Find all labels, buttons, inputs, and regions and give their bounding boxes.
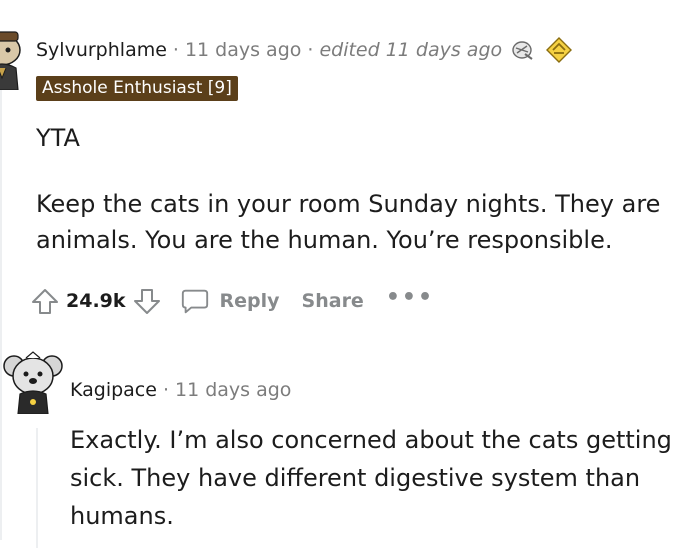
comment-icon <box>180 286 210 316</box>
separator-dot: · <box>162 379 169 401</box>
reply-body-line: Exactly. I’m also concerned about the ca… <box>70 426 672 454</box>
comment-body-line: animals. You are the human. You’re respo… <box>36 226 613 254</box>
comment-action-bar: 24.9k Reply Share ••• <box>30 281 434 321</box>
comment-verdict: YTA <box>36 124 80 152</box>
edited-label: edited 11 days ago <box>319 39 503 61</box>
reply-body-line: humans. <box>70 502 174 530</box>
koala-avatar-icon <box>3 351 63 415</box>
comment-body-line: Keep the cats in your room Sunday nights… <box>36 190 661 218</box>
comment-header: Sylvurphlame · 11 days ago · edited 11 d… <box>36 37 574 63</box>
share-button[interactable]: Share <box>302 290 364 312</box>
more-options-button[interactable]: ••• <box>386 285 434 310</box>
reply-thread-line[interactable] <box>36 428 38 548</box>
reply-label: Reply <box>219 290 280 312</box>
separator-dot: · <box>172 39 179 61</box>
gold-award-icon[interactable] <box>544 36 574 64</box>
reply-body-line: sick. They have different digestive syst… <box>70 464 641 492</box>
award-icon[interactable] <box>510 38 536 62</box>
upvote-icon[interactable] <box>30 286 60 316</box>
separator-dot: · <box>307 39 314 61</box>
reply-header: Kagipace · 11 days ago <box>70 377 291 403</box>
reply-username[interactable]: Kagipace <box>70 379 157 401</box>
reply-button[interactable]: Reply <box>180 286 280 316</box>
reply-avatar[interactable] <box>2 344 64 415</box>
vote-score: 24.9k <box>66 290 126 312</box>
user-flair-badge: Asshole Enthusiast [9] <box>36 76 238 101</box>
comment-username[interactable]: Sylvurphlame <box>36 39 167 61</box>
reply-timestamp[interactable]: 11 days ago <box>175 379 291 401</box>
comment-avatar[interactable] <box>0 30 24 91</box>
downvote-icon[interactable] <box>132 286 162 316</box>
comment-timestamp[interactable]: 11 days ago <box>185 39 301 61</box>
thread-line[interactable] <box>0 40 2 540</box>
avatar-icon <box>0 31 21 91</box>
